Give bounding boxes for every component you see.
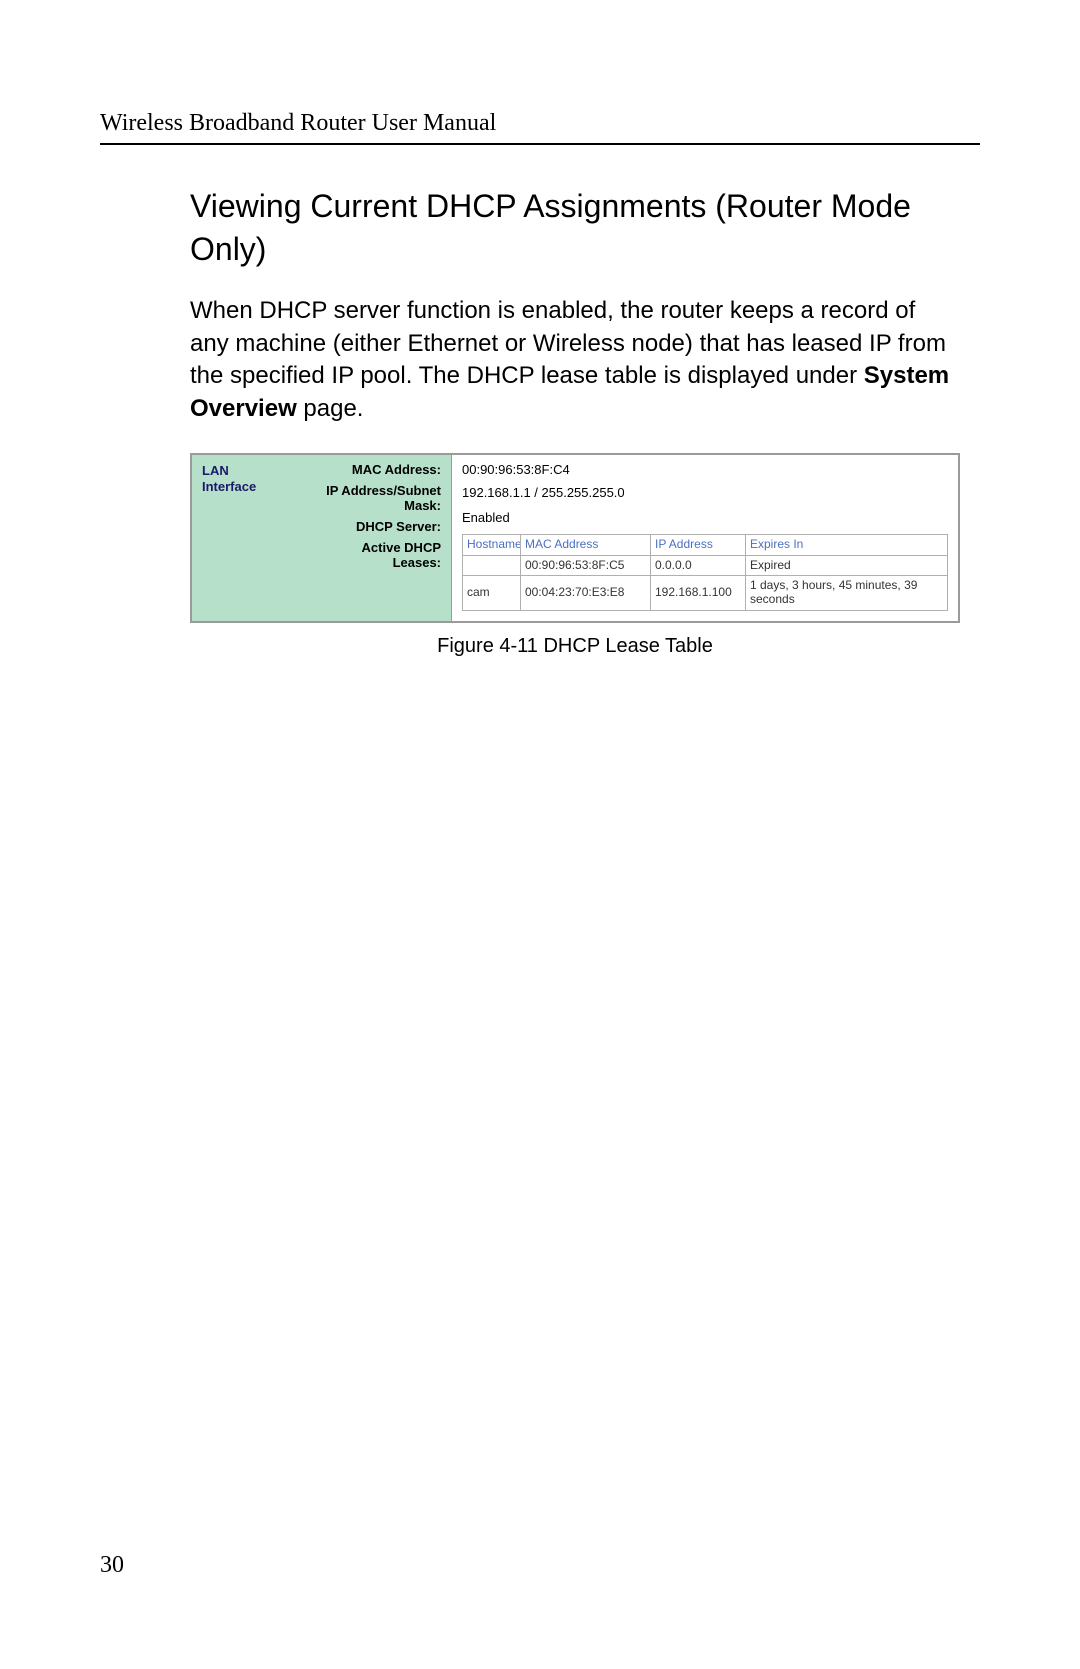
label-active-leases-line2: Leases:	[393, 555, 441, 570]
figure-dhcp-panel: LAN Interface MAC Address: IP Address/Su…	[190, 453, 960, 623]
th-hostname: Hostname	[463, 534, 521, 555]
panel-labels-column: LAN Interface MAC Address: IP Address/Su…	[192, 455, 452, 621]
manual-page: Wireless Broadband Router User Manual Vi…	[0, 0, 1080, 1669]
cell-ip: 192.168.1.100	[651, 576, 746, 611]
label-active-leases-line1: Active DHCP	[362, 540, 441, 555]
value-dhcp-server: Enabled	[462, 511, 948, 526]
lease-table-header-row: Hostname MAC Address IP Address Expires …	[463, 534, 948, 555]
cell-expires: 1 days, 3 hours, 45 minutes, 39 seconds	[746, 576, 948, 611]
label-ip-subnet-line1: IP Address/Subnet	[326, 483, 441, 498]
para-text-1: When DHCP server function is enabled, th…	[190, 297, 946, 389]
label-ip-subnet-line2: Mask:	[404, 498, 441, 513]
label-dhcp-server: DHCP Server:	[282, 520, 441, 535]
section-paragraph: When DHCP server function is enabled, th…	[190, 295, 960, 425]
th-expires: Expires In	[746, 534, 948, 555]
lease-table-row: cam 00:04:23:70:E3:E8 192.168.1.100 1 da…	[463, 576, 948, 611]
panel-values-column: 00:90:96:53:8F:C4 192.168.1.1 / 255.255.…	[452, 455, 958, 621]
section-heading: Viewing Current DHCP Assignments (Router…	[190, 185, 960, 271]
page-number: 30	[100, 1552, 124, 1579]
th-ip: IP Address	[651, 534, 746, 555]
label-ip-subnet: IP Address/Subnet Mask:	[282, 484, 441, 514]
cell-mac: 00:90:96:53:8F:C5	[521, 555, 651, 576]
th-mac: MAC Address	[521, 534, 651, 555]
panel-field-labels: MAC Address: IP Address/Subnet Mask: DHC…	[282, 463, 441, 613]
panel-group-name: LAN Interface	[202, 463, 272, 613]
value-mac: 00:90:96:53:8F:C4	[462, 463, 948, 478]
cell-mac: 00:04:23:70:E3:E8	[521, 576, 651, 611]
label-mac: MAC Address:	[282, 463, 441, 478]
dhcp-lease-table: Hostname MAC Address IP Address Expires …	[462, 534, 948, 611]
cell-hostname: cam	[463, 576, 521, 611]
lease-table-row: 00:90:96:53:8F:C5 0.0.0.0 Expired	[463, 555, 948, 576]
cell-hostname	[463, 555, 521, 576]
lan-interface-panel: LAN Interface MAC Address: IP Address/Su…	[190, 453, 960, 623]
cell-ip: 0.0.0.0	[651, 555, 746, 576]
running-header: Wireless Broadband Router User Manual	[100, 110, 980, 145]
para-text-2: page.	[297, 395, 364, 422]
figure-caption: Figure 4-11 DHCP Lease Table	[190, 635, 960, 658]
label-active-leases: Active DHCP Leases:	[282, 541, 441, 571]
cell-expires: Expired	[746, 555, 948, 576]
value-ip-subnet: 192.168.1.1 / 255.255.255.0	[462, 486, 948, 501]
